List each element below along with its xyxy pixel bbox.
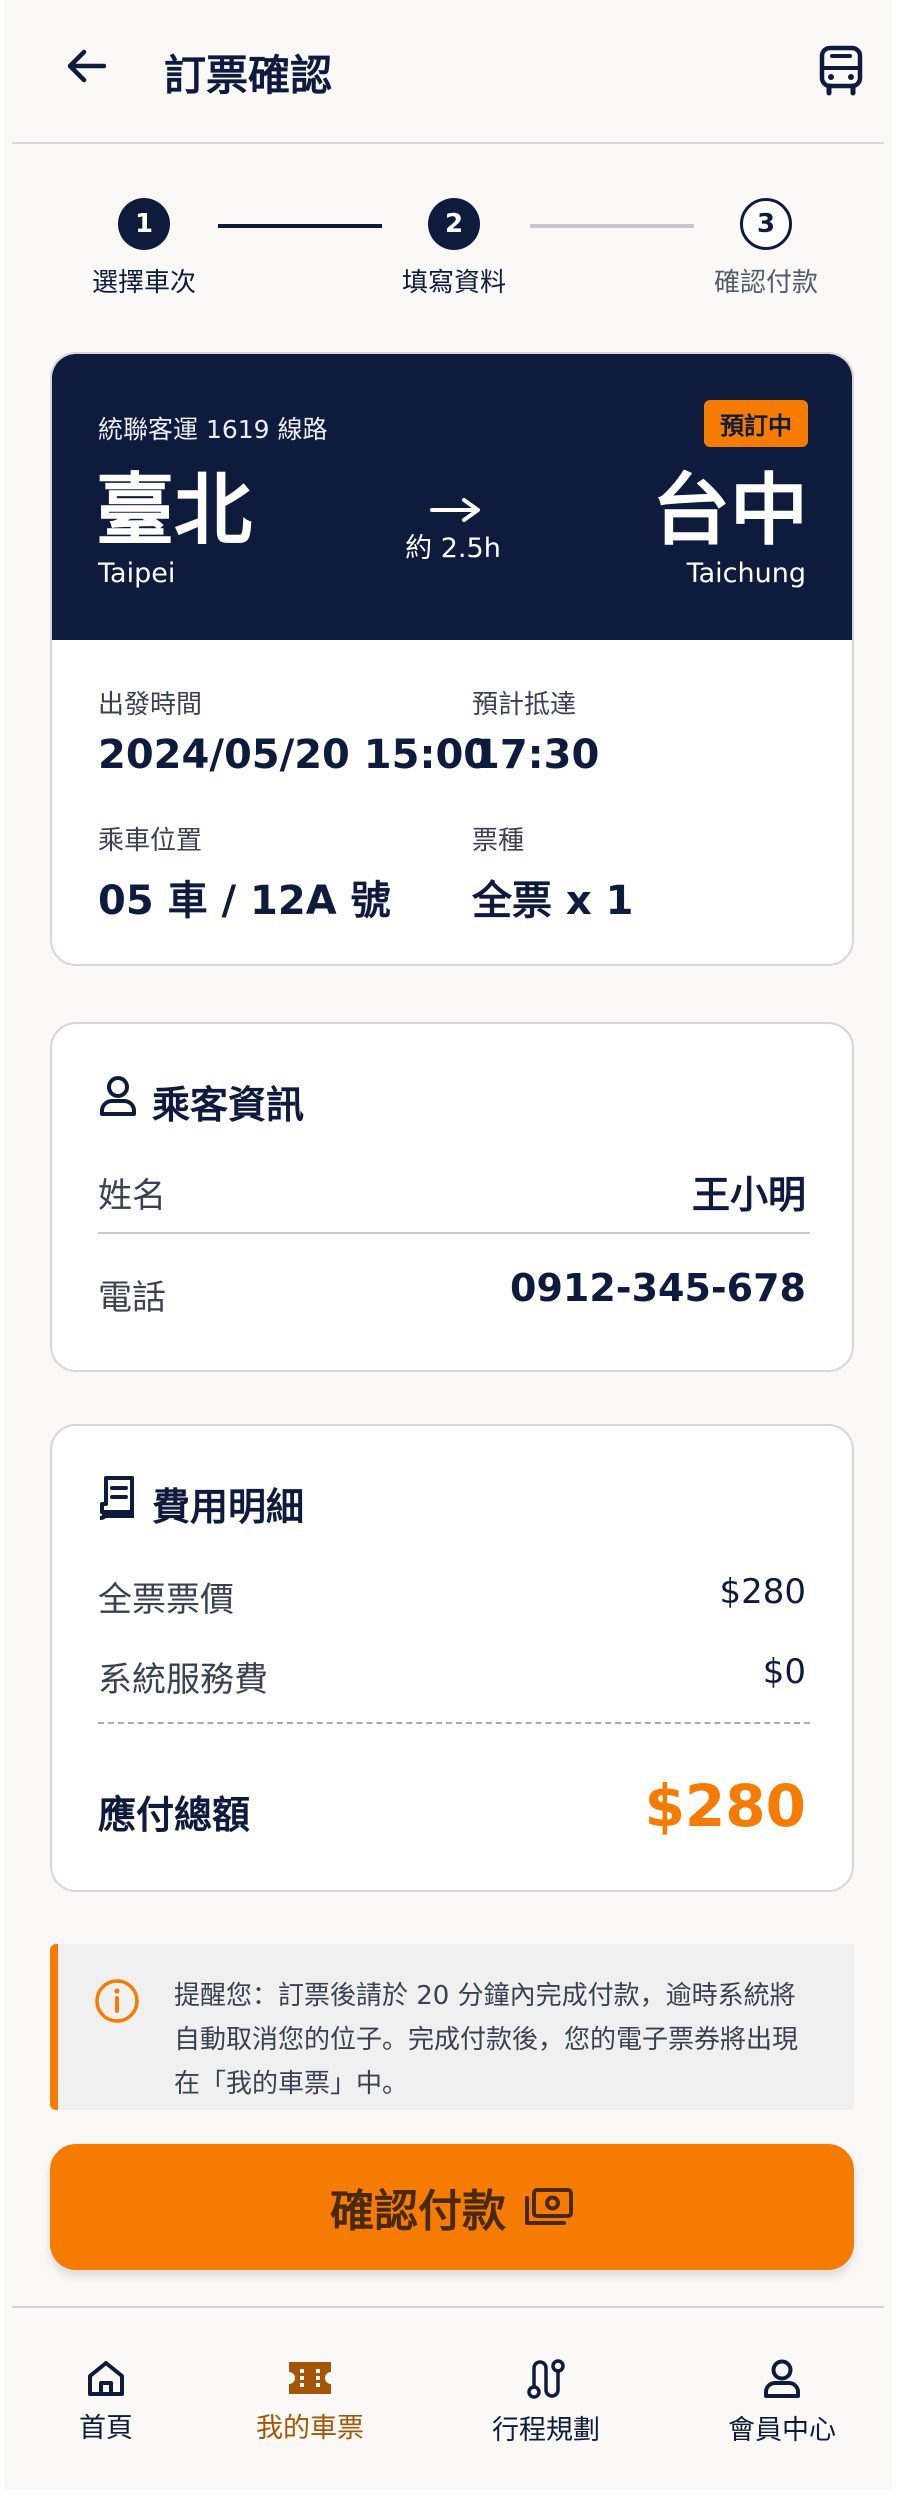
step-3-label: 確認付款	[713, 268, 818, 298]
step-connector-2	[530, 224, 694, 228]
confirm-payment-label: 確認付款	[330, 2186, 506, 2237]
user-icon	[764, 2359, 800, 2398]
passenger-info-card: 乘客資訊 姓名 王小明 電話 0912-345-678	[50, 1022, 854, 1372]
bus-icon	[819, 45, 863, 96]
step-connector-1	[218, 224, 382, 228]
notice-text: 提醒您：訂票後請於 20 分鐘內完成付款，逾時系統將自動取消您的位子。完成付款後…	[174, 1981, 799, 2099]
fee-divider	[98, 1722, 810, 1724]
phone-value: 0912-345-678	[510, 1266, 806, 1310]
confirm-payment-button[interactable]: 確認付款	[50, 2144, 854, 2270]
arrow-right-icon	[430, 498, 480, 522]
arrival-label: 預計抵達	[472, 690, 577, 720]
app-screen: 訂票確認 1 2 3 選擇車次 填寫資料 確認付款 統聯客運 1619 線路 預…	[4, 0, 892, 2490]
name-label: 姓名	[98, 1176, 166, 1216]
departure-label: 出發時間	[98, 690, 203, 720]
phone-label: 電話	[98, 1278, 166, 1318]
cash-icon	[525, 2188, 573, 2225]
top-app-bar: 訂票確認	[12, 0, 884, 144]
fee-item-label: 系統服務費	[98, 1660, 268, 1700]
nav-trip-planning[interactable]: 行程規劃	[456, 2358, 636, 2447]
trip-route-banner: 統聯客運 1619 線路 預訂中 臺北 Taipei 約 2.5h 台中 Tai…	[52, 354, 852, 640]
step-3-indicator: 3	[740, 198, 792, 250]
origin-station-en: Taipei	[98, 558, 176, 589]
nav-home[interactable]: 首頁	[16, 2358, 196, 2445]
origin-station: 臺北	[96, 466, 253, 556]
total-amount: $280	[644, 1772, 806, 1840]
step-2-indicator: 2	[428, 198, 480, 250]
ticket-type-value: 全票 x 1	[472, 878, 634, 924]
step-2-label: 填寫資料	[401, 268, 506, 298]
nav-home-label: 首頁	[79, 2413, 133, 2444]
nav-my-tickets[interactable]: 我的車票	[220, 2358, 400, 2445]
route-name: 統聯客運 1619 線路	[98, 415, 328, 444]
passenger-row-divider	[98, 1232, 810, 1234]
nav-my-tickets-label: 我的車票	[256, 2413, 364, 2444]
route-icon	[527, 2359, 565, 2399]
ticket-icon	[289, 2362, 331, 2394]
step-1-indicator: 1	[118, 198, 170, 250]
status-badge: 預訂中	[704, 400, 808, 447]
seat-label: 乘車位置	[98, 826, 203, 856]
fee-item-label: 全票票價	[98, 1580, 234, 1620]
nav-member-center-label: 會員中心	[728, 2415, 836, 2446]
arrow-left-icon	[67, 49, 107, 83]
arrival-value: 17:30	[472, 732, 600, 778]
ticket-type-label: 票種	[472, 826, 525, 856]
fee-item-value: $280	[719, 1572, 806, 1612]
home-icon	[88, 2361, 124, 2396]
name-value: 王小明	[691, 1173, 806, 1217]
trip-summary-card: 統聯客運 1619 線路 預訂中 臺北 Taipei 約 2.5h 台中 Tai…	[50, 352, 854, 966]
receipt-icon	[99, 1476, 134, 1520]
fee-item-value: $0	[762, 1652, 806, 1692]
seat-value: 05 車 / 12A 號	[98, 878, 391, 924]
step-1-label: 選擇車次	[91, 268, 196, 298]
nav-member-center[interactable]: 會員中心	[692, 2358, 872, 2447]
bus-button[interactable]	[818, 44, 864, 96]
fee-details-card: 費用明細 全票票價 $280 系統服務費 $0 應付總額 $280	[50, 1424, 854, 1892]
total-label: 應付總額	[98, 1793, 251, 1837]
back-button[interactable]	[64, 44, 108, 88]
person-icon	[100, 1076, 136, 1116]
info-icon	[95, 1979, 139, 2023]
nav-trip-planning-label: 行程規劃	[492, 2415, 600, 2446]
departure-value: 2024/05/20 15:00	[98, 732, 492, 778]
payment-reminder-notice: 提醒您：訂票後請於 20 分鐘內完成付款，逾時系統將自動取消您的位子。完成付款後…	[50, 1944, 854, 2110]
bottom-navigation: 首頁 我的車票 行程規劃 會員中心	[12, 2306, 884, 2490]
travel-duration: 約 2.5h	[405, 533, 501, 564]
page-title: 訂票確認	[164, 51, 333, 100]
progress-stepper: 1 2 3 選擇車次 填寫資料 確認付款	[4, 190, 892, 310]
fee-section-title: 費用明細	[152, 1485, 305, 1529]
destination-station-en: Taichung	[686, 558, 806, 589]
passenger-section-title: 乘客資訊	[152, 1083, 305, 1127]
destination-station: 台中	[651, 466, 808, 556]
